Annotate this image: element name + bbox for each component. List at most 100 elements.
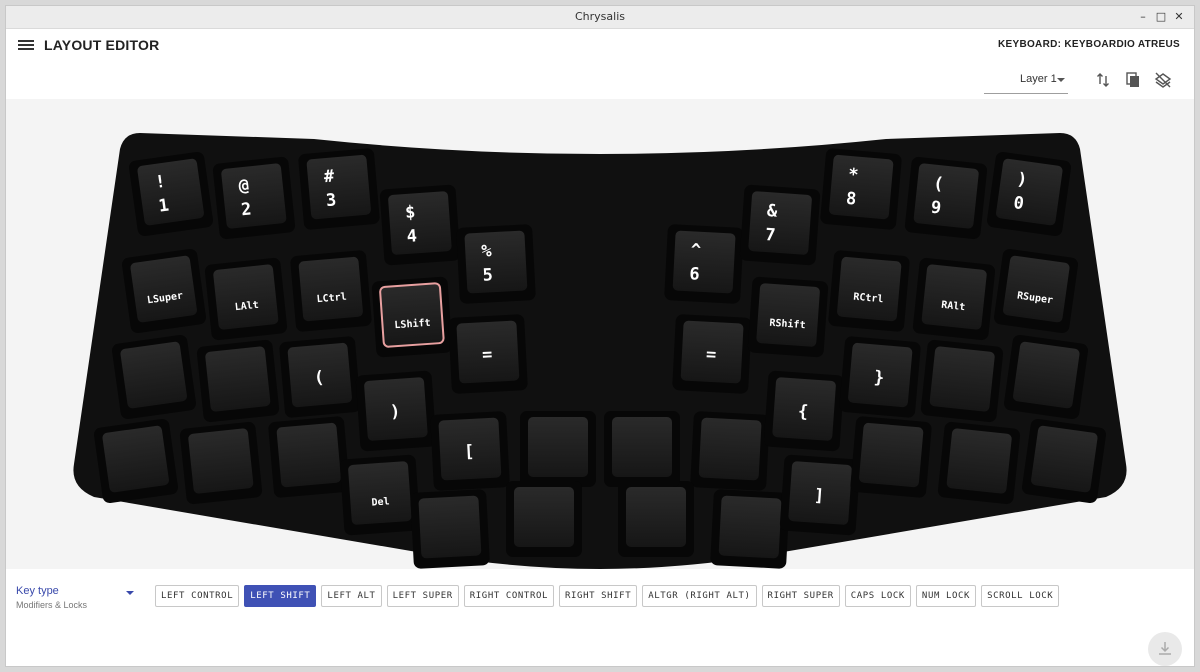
key-left[interactable]	[93, 418, 179, 504]
modifier-chip[interactable]: NUM LOCK	[915, 585, 977, 607]
key-right[interactable]	[937, 421, 1021, 505]
key-label: ]	[813, 486, 825, 507]
minimize-icon[interactable]: –	[1136, 10, 1150, 24]
key-label: 8	[845, 189, 857, 210]
key-left[interactable]: (	[279, 336, 361, 418]
key-cap	[130, 255, 197, 323]
modifier-chip[interactable]: RIGHT CONTROL	[463, 585, 555, 607]
key-left[interactable]	[196, 339, 280, 423]
key-left[interactable]	[268, 416, 350, 498]
key-shift-label: %	[481, 241, 493, 262]
key-shift-label: (	[932, 174, 944, 195]
key-left[interactable]: LCtrl	[290, 250, 372, 332]
key-left[interactable]: LSuper	[121, 248, 207, 334]
key-cap	[221, 163, 287, 229]
key-cap	[514, 487, 574, 547]
key-left[interactable]	[179, 421, 263, 505]
key-left[interactable]: Del	[339, 454, 421, 536]
key-right[interactable]: *8	[820, 148, 902, 230]
key-cap	[388, 191, 452, 255]
key-left[interactable]	[111, 334, 197, 420]
key-left[interactable]: LShift	[371, 276, 453, 358]
key-cap	[213, 264, 279, 330]
modifier-chip[interactable]: LEFT CONTROL	[155, 585, 240, 607]
key-cap	[298, 256, 363, 322]
modifier-chip[interactable]: LEFT ALT	[321, 585, 382, 607]
key-left[interactable]: $4	[379, 184, 461, 266]
key-label: 7	[765, 225, 777, 246]
key-shift-label: @	[238, 176, 250, 197]
key-cap	[929, 346, 995, 412]
key-left[interactable]: #3	[298, 148, 380, 230]
copy-icon[interactable]	[1124, 71, 1142, 89]
key-right[interactable]: RSuper	[993, 248, 1079, 334]
menu-icon[interactable]	[18, 38, 34, 52]
download-icon	[1159, 642, 1171, 655]
key-cap	[996, 158, 1063, 226]
close-icon[interactable]: ✕	[1172, 10, 1186, 24]
download-button[interactable]	[1148, 632, 1182, 666]
key-left[interactable]	[506, 481, 582, 557]
modifier-chip[interactable]: LEFT SUPER	[386, 585, 459, 607]
key-label: 3	[325, 190, 337, 211]
key-cap	[913, 163, 979, 229]
key-left[interactable]: [	[430, 411, 510, 491]
key-right[interactable]: (9	[904, 156, 988, 240]
keyboard-canvas: ! 1 @2 #3 $4% 5 LSuper LAlt LCtrl LShift =()[Del ^…	[6, 99, 1194, 569]
key-label: )	[389, 402, 401, 423]
key-right[interactable]	[690, 411, 770, 491]
key-right[interactable]: RCtrl	[828, 250, 910, 332]
modifier-chip[interactable]: RIGHT SUPER	[761, 585, 840, 607]
layer-select[interactable]: Layer 1	[984, 71, 1068, 94]
modifier-chip[interactable]: ALTGR (RIGHT ALT)	[642, 585, 757, 607]
maximize-icon[interactable]: □	[1154, 10, 1168, 24]
modifier-chips: LEFT CONTROL LEFT SHIFT LEFT ALT LEFT SUPER…	[155, 585, 1060, 607]
key-label: 6	[689, 264, 700, 285]
key-left[interactable]	[520, 411, 596, 487]
swap-vert-icon[interactable]	[1094, 71, 1112, 89]
keyboard-label: KEYBOARD: KEYBOARDIO ATREUS	[998, 39, 1180, 50]
key-right[interactable]: {	[763, 370, 845, 452]
key-cap	[276, 422, 341, 488]
key-label: RShift	[769, 317, 806, 331]
key-left[interactable]: =	[448, 314, 528, 394]
key-right[interactable]: =	[672, 314, 752, 394]
keyboard-image: !1@2#3$4%5LSuperLAltLCtrlLShift=()[Del ^…	[73, 133, 1127, 569]
key-right[interactable]: )0	[986, 151, 1072, 237]
layers-clear-icon[interactable]	[1154, 71, 1172, 89]
key-left[interactable]	[410, 489, 490, 569]
key-right[interactable]: }	[839, 336, 921, 418]
key-cap	[306, 154, 371, 220]
key-cap	[626, 487, 686, 547]
key-right[interactable]	[1021, 418, 1107, 504]
key-label: 4	[406, 226, 418, 247]
key-right[interactable]	[710, 489, 790, 569]
modifier-chip[interactable]: CAPS LOCK	[844, 585, 911, 607]
key-cap	[612, 417, 672, 477]
key-left[interactable]: )	[355, 370, 437, 452]
key-right[interactable]	[850, 416, 932, 498]
key-right[interactable]	[1003, 334, 1089, 420]
key-right[interactable]: ^6	[664, 224, 744, 304]
key-right[interactable]: ]	[779, 454, 861, 536]
modifier-chip[interactable]: RIGHT SHIFT	[559, 585, 638, 607]
key-left[interactable]: @2	[212, 156, 296, 240]
key-left[interactable]: %5	[456, 224, 536, 304]
key-type-select[interactable]: Key type Modifiers & Locks	[16, 585, 136, 610]
key-right[interactable]	[618, 481, 694, 557]
key-right[interactable]: &7	[739, 184, 821, 266]
key-cap	[829, 154, 894, 220]
key-left[interactable]: !1	[128, 151, 214, 237]
key-cap	[921, 264, 987, 330]
key-cap	[859, 422, 924, 488]
modifier-chip[interactable]: LEFT SHIFT	[244, 585, 317, 607]
key-right[interactable]	[920, 339, 1004, 423]
key-shift-label: ^	[690, 240, 701, 261]
key-label: (	[313, 368, 325, 389]
modifier-chip[interactable]: SCROLL LOCK	[981, 585, 1060, 607]
key-right[interactable]: RAlt	[912, 257, 996, 341]
key-right[interactable]: RShift	[747, 276, 829, 358]
key-left[interactable]: LAlt	[204, 257, 288, 341]
key-cap	[698, 417, 762, 481]
key-right[interactable]	[604, 411, 680, 487]
